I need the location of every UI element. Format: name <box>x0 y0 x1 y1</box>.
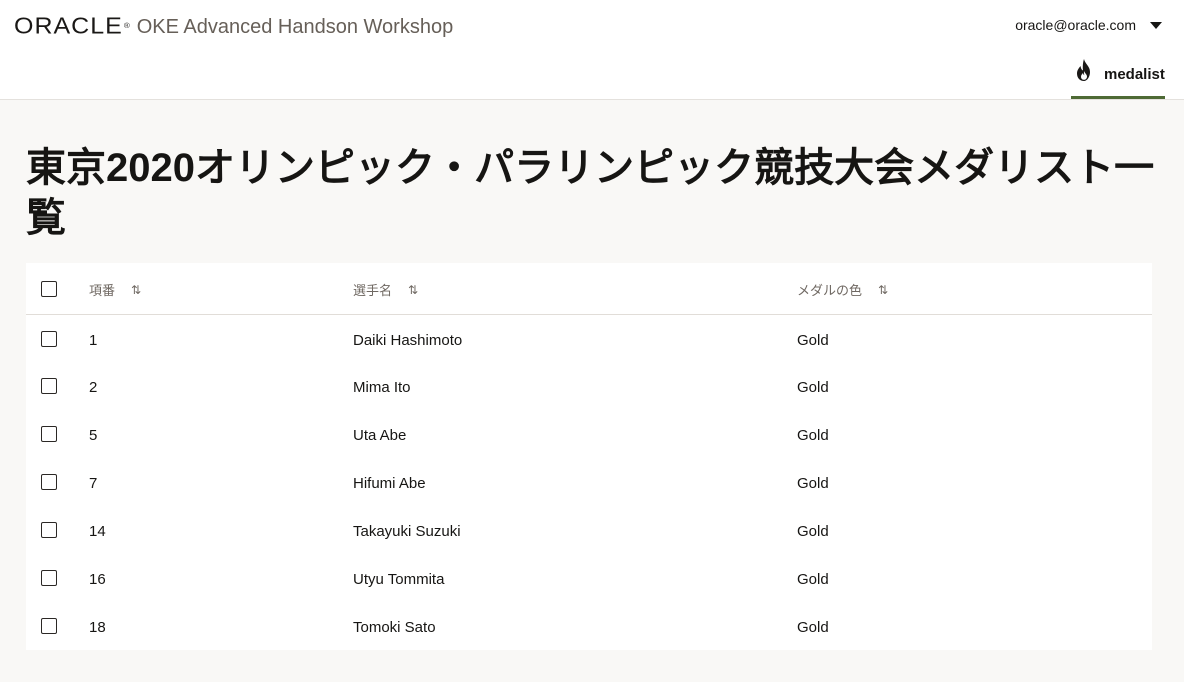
logo-text: ORACLE <box>14 13 123 39</box>
cell-number: 16 <box>89 571 106 588</box>
cell-number: 2 <box>89 379 98 396</box>
row-checkbox[interactable] <box>41 331 57 347</box>
cell-medal: Gold <box>797 332 829 349</box>
column-label: 項番 <box>89 283 116 298</box>
cell-medal: Gold <box>797 571 829 588</box>
medalist-table: 項番 ⇅ 選手名 ⇅ メダルの色 ⇅ 1 Daiki Hashimoto Gol… <box>26 263 1152 650</box>
sort-icon[interactable]: ⇅ <box>878 283 888 297</box>
select-all-checkbox[interactable] <box>41 281 57 297</box>
fire-icon <box>1077 59 1090 81</box>
table-row[interactable]: 16 Utyu Tommita Gold <box>26 556 1152 604</box>
table-row[interactable]: 7 Hifumi Abe Gold <box>26 460 1152 508</box>
column-label: 選手名 <box>353 283 393 298</box>
caret-down-icon[interactable] <box>1150 21 1162 29</box>
column-header-number[interactable]: 項番 ⇅ <box>89 280 141 299</box>
app-title: OKE Advanced Handson Workshop <box>136 16 454 38</box>
cell-medal: Gold <box>797 379 829 396</box>
cell-medal: Gold <box>797 523 829 540</box>
tab-label: medalist <box>1104 66 1165 83</box>
table-row[interactable]: 14 Takayuki Suzuki Gold <box>26 508 1152 556</box>
table-row[interactable]: 2 Mima Ito Gold <box>26 364 1152 412</box>
cell-number: 18 <box>89 619 106 636</box>
row-checkbox[interactable] <box>41 426 57 442</box>
user-menu[interactable]: oracle@oracle.com <box>1015 17 1162 33</box>
cell-name: Utyu Tommita <box>353 571 445 588</box>
row-checkbox[interactable] <box>41 474 57 490</box>
row-checkbox[interactable] <box>41 618 57 634</box>
cell-name: Uta Abe <box>353 427 407 444</box>
column-label: メダルの色 <box>797 283 863 298</box>
cell-medal: Gold <box>797 619 829 636</box>
cell-number: 14 <box>89 523 106 540</box>
column-header-name[interactable]: 選手名 ⇅ <box>353 280 418 299</box>
cell-medal: Gold <box>797 475 829 492</box>
cell-name: Takayuki Suzuki <box>353 523 461 540</box>
brand: ORACLE® OKE Advanced Handson Workshop <box>14 12 453 40</box>
oracle-logo[interactable]: ORACLE® <box>14 14 131 38</box>
cell-number: 7 <box>89 475 98 492</box>
row-checkbox[interactable] <box>41 570 57 586</box>
cell-medal: Gold <box>797 427 829 444</box>
app-header: ORACLE® OKE Advanced Handson Workshop or… <box>0 0 1184 100</box>
column-header-medal[interactable]: メダルの色 ⇅ <box>797 280 888 299</box>
cell-number: 1 <box>89 332 98 349</box>
table-row[interactable]: 5 Uta Abe Gold <box>26 412 1152 460</box>
table-header: 項番 ⇅ 選手名 ⇅ メダルの色 ⇅ <box>26 263 1152 315</box>
cell-number: 5 <box>89 427 98 444</box>
user-email[interactable]: oracle@oracle.com <box>1015 17 1136 33</box>
table-row[interactable]: 1 Daiki Hashimoto Gold <box>26 316 1152 364</box>
sort-icon[interactable]: ⇅ <box>131 283 141 297</box>
row-checkbox[interactable] <box>41 522 57 538</box>
cell-name: Mima Ito <box>353 379 411 396</box>
cell-name: Tomoki Sato <box>353 619 436 636</box>
tab-medalist[interactable]: medalist <box>1071 58 1165 99</box>
sort-icon[interactable]: ⇅ <box>408 283 418 297</box>
cell-name: Daiki Hashimoto <box>353 332 463 349</box>
logo-registered-mark: ® <box>123 21 131 30</box>
page-title: 東京2020オリンピック・パラリンピック競技大会メダリスト一覧 <box>26 146 1155 240</box>
cell-name: Hifumi Abe <box>353 475 426 492</box>
row-checkbox[interactable] <box>41 378 57 394</box>
table-row[interactable]: 18 Tomoki Sato Gold <box>26 604 1152 652</box>
